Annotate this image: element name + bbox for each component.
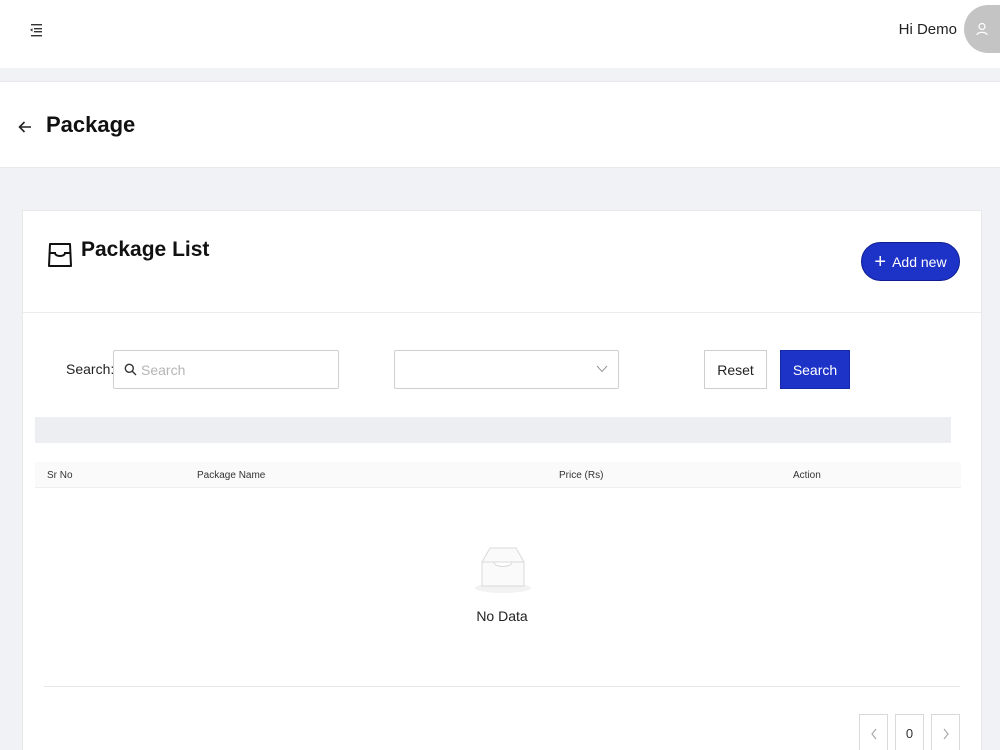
top-bar: Hi Demo: [0, 0, 1000, 68]
inbox-icon: [47, 237, 73, 269]
avatar[interactable]: [964, 5, 1000, 53]
reset-button[interactable]: Reset: [704, 350, 767, 389]
menu-fold-icon[interactable]: [28, 22, 44, 38]
card-header: Package List + Add new: [23, 211, 981, 313]
search-label: Search:: [66, 361, 115, 377]
divider: [44, 686, 960, 687]
chevron-down-icon: [596, 365, 608, 373]
page-header: Package: [0, 81, 1000, 168]
add-new-label: Add new: [892, 253, 947, 270]
search-input[interactable]: [141, 361, 331, 378]
pagination-page-item[interactable]: 0: [895, 714, 924, 750]
pagination-next-button[interactable]: [931, 714, 960, 750]
search-field[interactable]: [113, 350, 339, 389]
empty-box-icon: [472, 544, 534, 596]
empty-state-text: No Data: [476, 608, 528, 624]
user-icon: [976, 22, 988, 36]
search-button[interactable]: Search: [780, 350, 850, 389]
chevron-left-icon: [870, 728, 876, 739]
user-greeting: Hi Demo: [898, 21, 957, 38]
package-list-card: Package List + Add new Search: Reset Sea…: [22, 210, 982, 750]
chevron-right-icon: [943, 728, 949, 739]
back-arrow-icon[interactable]: [16, 118, 34, 136]
filter-select[interactable]: [394, 350, 619, 389]
page-title: Package: [46, 112, 136, 137]
card-title: Package List: [81, 238, 210, 261]
table-header: Sr No Package Name Price (Rs) Action: [35, 462, 961, 488]
pagination-prev-button[interactable]: [859, 714, 888, 750]
plus-icon: +: [874, 251, 887, 273]
add-new-button[interactable]: + Add new: [861, 242, 960, 281]
table-toolbar: [35, 417, 951, 443]
search-icon: [124, 363, 137, 376]
column-package-name: Package Name: [197, 470, 266, 481]
column-action: Action: [793, 470, 821, 481]
column-price: Price (Rs): [559, 470, 604, 481]
column-sr-no: Sr No: [47, 470, 73, 481]
